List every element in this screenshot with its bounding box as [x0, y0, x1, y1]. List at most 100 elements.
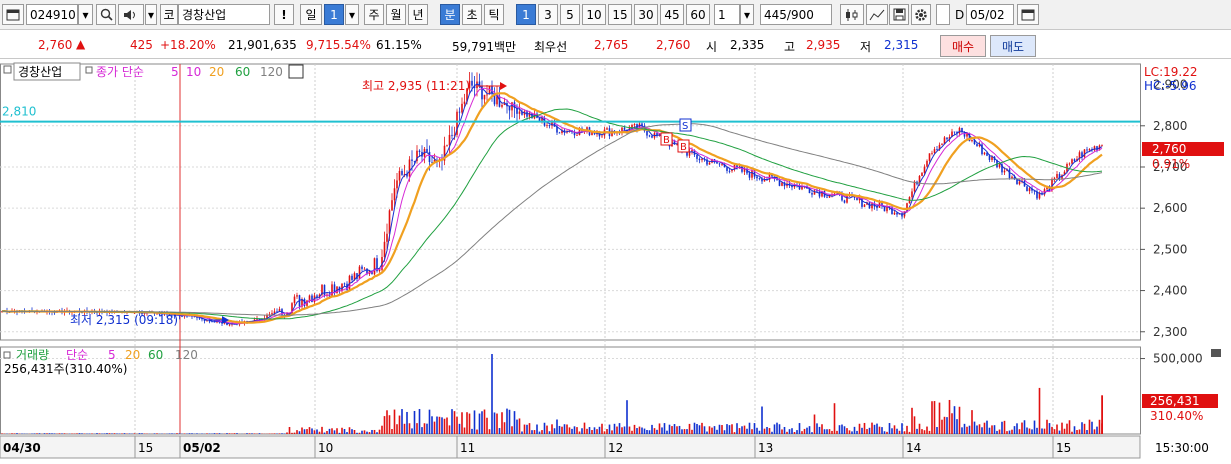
speaker-icon[interactable] [118, 4, 144, 25]
period-day-tab[interactable]: 일 [300, 4, 322, 25]
candle-body [418, 150, 421, 152]
interval-45[interactable]: 45 [660, 4, 684, 25]
volume-bar [538, 431, 541, 434]
code-input[interactable]: 024910 [26, 4, 78, 25]
x-label-3: 10 [318, 441, 333, 455]
volume-bar [463, 427, 466, 434]
volume-bar [673, 424, 676, 434]
candle-body [648, 135, 651, 137]
volume-bar [548, 431, 551, 434]
volume-bar [103, 433, 106, 434]
interval-60[interactable]: 60 [686, 4, 710, 25]
volume-bar [331, 428, 333, 434]
volume-bar [738, 428, 741, 434]
volume-bar [383, 416, 386, 434]
window-icon[interactable] [2, 4, 24, 25]
volume-bar [761, 406, 763, 434]
volume-bar [253, 433, 256, 434]
volume-bar [1011, 429, 1013, 434]
candle-body [1018, 181, 1021, 185]
volume-bar [226, 433, 228, 434]
period-num-field[interactable]: 1 [324, 4, 344, 25]
sell-marker-label: S [682, 121, 688, 132]
price-volume-chart[interactable]: 2,8002,7002,6002,5002,4002,3002,9002,810… [0, 62, 1231, 464]
vol-tick-label: 500,000 [1153, 352, 1203, 366]
volume-bar [726, 424, 728, 434]
candle-body [828, 195, 831, 198]
calendar-icon[interactable] [1017, 4, 1039, 25]
candle-body [351, 275, 353, 280]
speaker-dropdown-icon[interactable]: ▾ [145, 4, 157, 25]
volume-title: 거래량 [16, 348, 49, 362]
tab-week[interactable]: 주 [364, 4, 384, 25]
volume-bar [653, 428, 656, 434]
tab-month[interactable]: 월 [386, 4, 406, 25]
interval-15[interactable]: 15 [608, 4, 632, 25]
volume-bar [1003, 420, 1006, 434]
interval-5[interactable]: 5 [560, 4, 580, 25]
volume-bar [1038, 387, 1041, 434]
interval-30[interactable]: 30 [634, 4, 658, 25]
candle-body [758, 178, 761, 180]
volume-bar [78, 433, 81, 434]
tab-year[interactable]: 년 [408, 4, 428, 25]
volume-bar [116, 433, 118, 434]
tab-second[interactable]: 초 [462, 4, 482, 25]
tab-tick[interactable]: 틱 [484, 4, 504, 25]
volume-bar [848, 430, 851, 434]
volume-bar [128, 433, 131, 434]
candle-body [928, 153, 931, 161]
candle-body [413, 160, 416, 162]
volume-ratio: 9,715.54% [306, 38, 371, 52]
sell-button[interactable]: 매도 [990, 35, 1036, 57]
vol-panel-menu-icon[interactable] [1211, 349, 1221, 357]
candle-body [926, 160, 928, 167]
volume-bar [196, 433, 198, 434]
interval-dropdown-icon[interactable]: ▾ [740, 4, 754, 25]
candle-body [1011, 176, 1013, 179]
volume-bar [1086, 430, 1088, 434]
save-icon[interactable] [889, 4, 909, 25]
candle-body [971, 139, 973, 142]
volume-bar [371, 429, 373, 434]
period-num-dropdown-icon[interactable]: ▾ [345, 4, 359, 25]
candle-body [811, 193, 813, 195]
candle-body [623, 127, 626, 130]
code-dropdown-icon[interactable]: ▾ [78, 4, 93, 25]
candle-body [748, 173, 751, 178]
search-icon[interactable] [96, 4, 116, 25]
count-field[interactable]: 445/900 [760, 4, 832, 25]
stock-chart-window: 024910 ▾ ▾ 코 경창산업 ! 일 1 ▾ 주 월 년 분 초 틱 1 … [0, 0, 1231, 464]
buy-button[interactable]: 매수 [940, 35, 986, 57]
volume-bar [343, 429, 346, 434]
interval-1[interactable]: 1 [516, 4, 536, 25]
candle-icon[interactable] [840, 4, 864, 25]
candle-body [728, 170, 731, 172]
alert-button[interactable]: ! [274, 4, 294, 25]
volume-bar [711, 427, 713, 434]
volume-bar [896, 428, 898, 434]
volume-bar [1006, 431, 1008, 434]
stock-type-label: 코 [160, 4, 178, 25]
volume-bar [208, 433, 211, 434]
volume-bar [863, 422, 866, 434]
trendline-icon[interactable] [866, 4, 888, 25]
volume-bar [1018, 429, 1021, 434]
date-checkbox[interactable] [936, 4, 950, 25]
volume-bar [48, 433, 51, 434]
gear-icon[interactable] [911, 4, 931, 25]
interval-3[interactable]: 3 [538, 4, 558, 25]
interval-10[interactable]: 10 [582, 4, 606, 25]
volume-bar [1093, 429, 1096, 434]
candle-body [293, 296, 296, 304]
volume-bar [606, 429, 608, 434]
tab-minute[interactable]: 분 [440, 4, 460, 25]
interval-select[interactable]: 1 [714, 4, 740, 25]
volume-bar [248, 433, 251, 434]
volume-bar [608, 424, 611, 434]
stock-name-field[interactable]: 경창산업 [178, 4, 270, 25]
volume-bar [633, 424, 636, 434]
date-field[interactable]: 05/02 [966, 4, 1014, 25]
vol-ma-period-20: 20 [125, 348, 140, 362]
volume-bar [1076, 430, 1078, 434]
